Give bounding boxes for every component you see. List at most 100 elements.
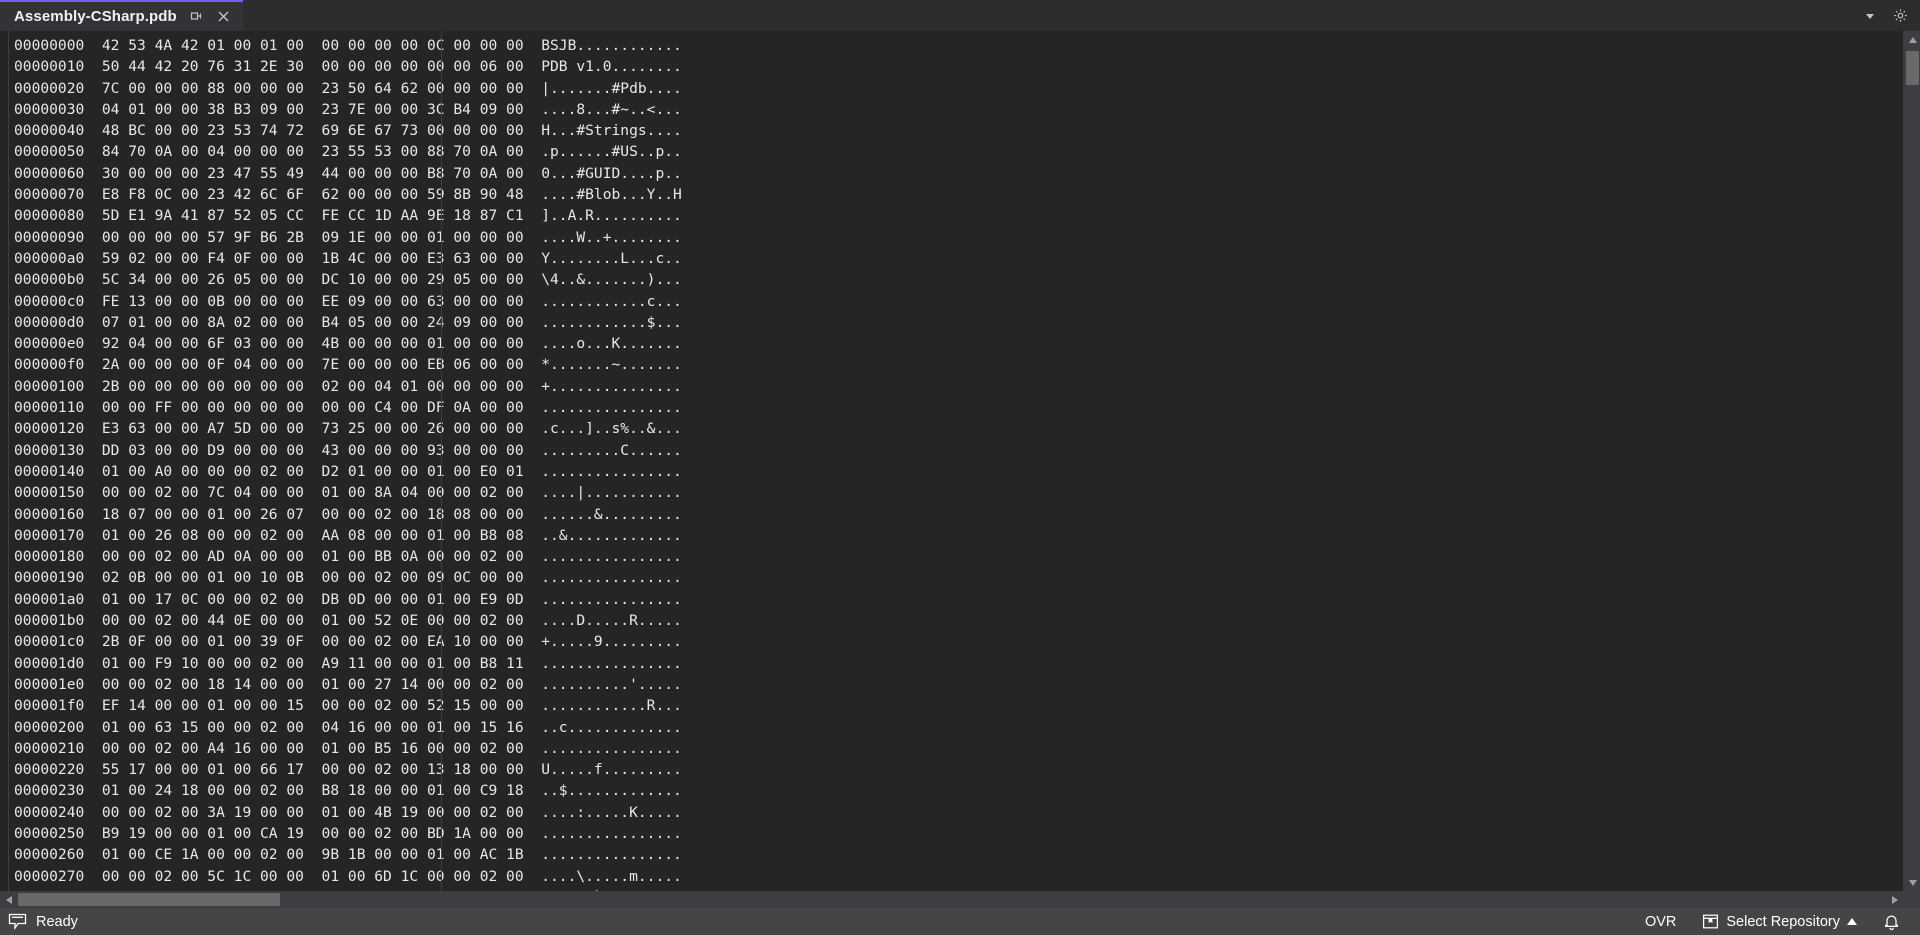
hex-row[interactable]: 000001c0 2B 0F 00 00 01 00 39 0F 00 00 0… [0,631,1903,652]
hex-row[interactable]: 00000130 DD 03 00 00 D9 00 00 00 43 00 0… [0,440,1903,461]
hex-row-ascii: ................ [541,462,682,480]
hex-row[interactable]: 00000070 E8 F8 0C 00 23 42 6C 6F 62 00 0… [0,184,1903,205]
hex-row-ascii: ..c............. [541,718,682,736]
hex-row[interactable]: 000000f0 2A 00 00 00 0F 04 00 00 7E 00 0… [0,354,1903,375]
hex-row-ascii: ..&............. [541,526,682,544]
hex-row[interactable]: 00000110 00 00 FF 00 00 00 00 00 00 00 C… [0,397,1903,418]
hex-row-bytes-right: B4 05 00 00 24 09 00 00 [321,313,524,331]
hex-row[interactable]: 00000270 00 00 02 00 5C 1C 00 00 01 00 6… [0,866,1903,887]
overwrite-mode-indicator[interactable]: OVR [1645,914,1676,930]
hex-row-bytes-left: 00 00 02 00 7C 04 00 00 [101,484,304,502]
hex-row-bytes-left: 00 00 02 00 AD 0A 00 00 [101,548,304,566]
hex-row-bytes-left: 84 70 0A 00 04 00 00 00 [101,143,304,161]
hex-row-bytes-left: 01 00 24 18 00 00 02 00 [101,782,304,800]
hex-row[interactable]: 00000060 30 00 00 00 23 47 55 49 44 00 0… [0,163,1903,184]
hex-row[interactable]: 000000a0 59 02 00 00 F4 0F 00 00 1B 4C 0… [0,248,1903,269]
scroll-left-arrow-icon[interactable] [0,891,17,908]
status-bar-left: Ready [8,913,78,930]
hex-row[interactable]: 00000020 7C 00 00 00 88 00 00 00 23 50 6… [0,78,1903,99]
hex-row[interactable]: 00000170 01 00 26 08 00 00 02 00 AA 08 0… [0,525,1903,546]
hex-row[interactable]: 00000240 00 00 02 00 3A 19 00 00 01 00 4… [0,802,1903,823]
gear-icon[interactable] [1892,8,1908,24]
hex-row-offset: 00000130 [14,441,85,459]
scroll-up-arrow-icon[interactable] [1904,31,1920,48]
hex-row[interactable]: 000000b0 5C 34 00 00 26 05 00 00 DC 10 0… [0,269,1903,290]
hex-row[interactable]: 00000260 01 00 CE 1A 00 00 02 00 9B 1B 0… [0,844,1903,865]
hex-row[interactable]: 00000010 50 44 42 20 76 31 2E 30 00 00 0… [0,56,1903,77]
close-icon[interactable] [215,8,233,26]
hex-row[interactable]: 00000140 01 00 A0 00 00 00 02 00 D2 01 0… [0,461,1903,482]
hex-row[interactable]: 000000e0 92 04 00 00 6F 03 00 00 4B 00 0… [0,333,1903,354]
hex-row[interactable]: 00000030 04 01 00 00 38 B3 09 00 23 7E 0… [0,99,1903,120]
hex-row-bytes-right: 43 00 00 00 93 00 00 00 [321,441,524,459]
horizontal-scroll-thumb[interactable] [18,893,280,906]
hex-row-bytes-left: 5D E1 9A 41 87 52 05 CC [101,207,304,225]
scroll-right-arrow-icon[interactable] [1886,891,1903,908]
hex-row-bytes-left: 55 17 00 00 01 00 66 17 [101,761,304,779]
hex-row[interactable]: 000001d0 01 00 F9 10 00 00 02 00 A9 11 0… [0,653,1903,674]
hex-row-ascii: ......&......... [541,505,682,523]
hex-row-offset: 00000060 [14,164,85,182]
hex-row-offset: 00000170 [14,526,85,544]
hex-row[interactable]: 00000100 2B 00 00 00 00 00 00 00 02 00 0… [0,376,1903,397]
hex-row-ascii: ................ [541,548,682,566]
hex-row-bytes-right: 23 50 64 62 00 00 00 00 [321,79,524,97]
hex-row[interactable]: 000001e0 00 00 02 00 18 14 00 00 01 00 2… [0,674,1903,695]
horizontal-scrollbar[interactable] [0,891,1920,908]
hex-row-offset: 000000d0 [14,313,85,331]
hex-row[interactable]: 00000150 00 00 02 00 7C 04 00 00 01 00 8… [0,482,1903,503]
hex-row[interactable]: 00000160 18 07 00 00 01 00 26 07 00 00 0… [0,504,1903,525]
hex-row-offset: 000001b0 [14,612,85,630]
select-repository-button[interactable]: Select Repository [1702,913,1857,930]
pin-icon[interactable] [187,8,205,26]
hex-row-bytes-left: EF 14 00 00 01 00 00 15 [101,697,304,715]
hex-row[interactable]: 00000190 02 0B 00 00 01 00 10 0B 00 00 0… [0,567,1903,588]
hex-row[interactable]: 000001a0 01 00 17 0C 00 00 02 00 DB 0D 0… [0,589,1903,610]
status-ready-label: Ready [36,913,78,930]
hex-dump-pane[interactable]: 00000000 42 53 4A 42 01 00 01 00 00 00 0… [0,31,1903,891]
hex-row-offset: 00000110 [14,399,85,417]
hex-row[interactable]: 000000c0 FE 13 00 00 0B 00 00 00 EE 09 0… [0,291,1903,312]
hex-row-offset: 000001a0 [14,590,85,608]
hex-row[interactable]: 000000d0 07 01 00 00 8A 02 00 00 B4 05 0… [0,312,1903,333]
hex-row-ascii: ]..A.R.......... [541,207,682,225]
hex-row[interactable]: 00000040 48 BC 00 00 23 53 74 72 69 6E 6… [0,120,1903,141]
hex-row-offset: 00000190 [14,569,85,587]
hex-row-bytes-left: 00 00 FF 00 00 00 00 00 [101,399,304,417]
hex-row[interactable]: 00000180 00 00 02 00 AD 0A 00 00 01 00 B… [0,546,1903,567]
overwrite-mode-label: OVR [1644,913,1677,930]
hex-row[interactable]: 00000080 5D E1 9A 41 87 52 05 CC FE CC 1… [0,205,1903,226]
tab-assembly-csharp-pdb[interactable]: Assembly-CSharp.pdb [0,0,243,31]
hex-row[interactable]: 000001b0 00 00 02 00 44 0E 00 00 01 00 5… [0,610,1903,631]
scroll-down-arrow-icon[interactable] [1904,874,1920,891]
hex-row[interactable]: 00000120 E3 63 00 00 A7 5D 00 00 73 25 0… [0,418,1903,439]
vertical-scroll-thumb[interactable] [1906,51,1919,85]
hex-row-bytes-right: 00 00 00 00 00 00 06 00 [321,58,524,76]
hex-row-bytes-left: E3 63 00 00 A7 5D 00 00 [101,420,304,438]
hex-row-offset: 00000220 [14,761,85,779]
hex-row[interactable]: 00000250 B9 19 00 00 01 00 CA 19 00 00 0… [0,823,1903,844]
hex-row-bytes-left: 2B 00 00 00 00 00 00 00 [101,377,304,395]
hex-row-bytes-left: FE 13 00 00 0B 00 00 00 [101,292,304,310]
hex-row-ascii: ....:.....K..... [541,803,682,821]
chevron-down-icon[interactable] [1862,8,1878,24]
hex-row-ascii: ....o...K....... [541,335,682,353]
hex-row-bytes-right: 1B 4C 00 00 E3 63 00 00 [321,249,524,267]
hex-row-ascii: PDB v1.0........ [541,58,682,76]
notifications-button[interactable] [1883,913,1900,931]
hex-row-bytes-left: 30 00 00 00 23 47 55 49 [101,164,304,182]
hex-row[interactable]: 00000210 00 00 02 00 A4 16 00 00 01 00 B… [0,738,1903,759]
hex-row-bytes-left: 5C 34 00 00 26 05 00 00 [101,271,304,289]
hex-row[interactable]: 00000200 01 00 63 15 00 00 02 00 04 16 0… [0,717,1903,738]
hex-row[interactable]: 000001f0 EF 14 00 00 01 00 00 15 00 00 0… [0,695,1903,716]
hex-editor-window: Assembly-CSharp.pdb 00000000 42 53 4A 42… [0,0,1920,935]
hex-row[interactable]: 00000230 01 00 24 18 00 00 02 00 B8 18 0… [0,780,1903,801]
hex-row-offset: 000001f0 [14,697,85,715]
hex-row[interactable]: 00000220 55 17 00 00 01 00 66 17 00 00 0… [0,759,1903,780]
hex-row[interactable]: 00000000 42 53 4A 42 01 00 01 00 00 00 0… [0,35,1903,56]
vertical-scrollbar[interactable] [1903,31,1920,891]
hex-row[interactable]: 00000090 00 00 00 00 57 9F B6 2B 09 1E 0… [0,227,1903,248]
hex-row[interactable]: 00000050 84 70 0A 00 04 00 00 00 23 55 5… [0,141,1903,162]
hex-row-bytes-right: AA 08 00 00 01 00 B8 08 [321,526,524,544]
hex-row-ascii: ................ [541,824,682,842]
